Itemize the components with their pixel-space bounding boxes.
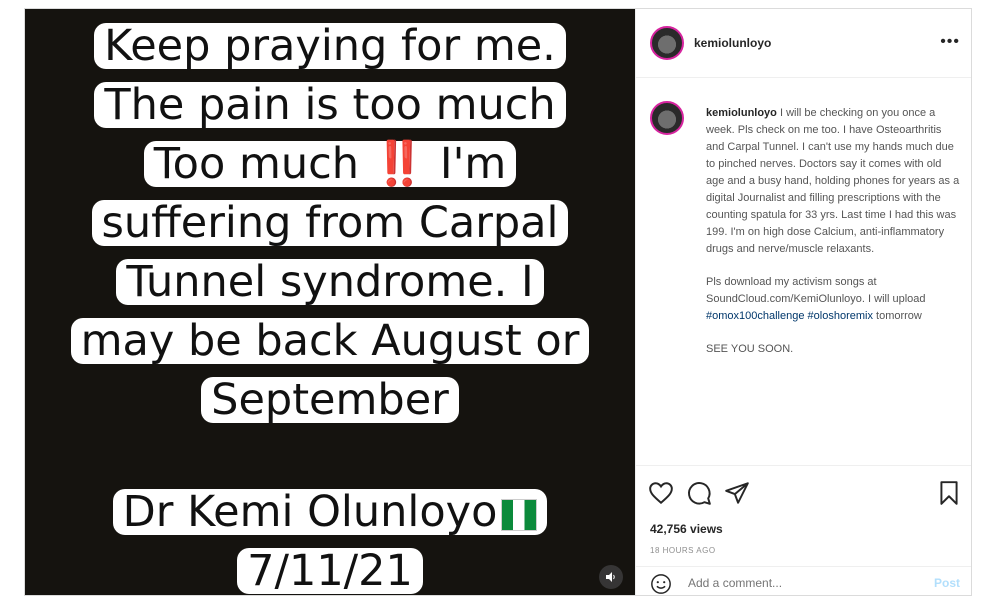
add-comment-bar: Post xyxy=(636,566,971,595)
media-line-3-end: I'm xyxy=(439,139,507,189)
bookmark-icon[interactable] xyxy=(936,480,962,506)
post-header: kemiolunloyo ••• xyxy=(636,9,971,78)
comment-icon[interactable] xyxy=(686,480,712,506)
caption-text-2b: tomorrow xyxy=(876,310,922,322)
caption-text-3: SEE YOU SOON. xyxy=(706,343,794,355)
media-line-5: Tunnel syndrome. I xyxy=(116,259,544,305)
post-caption: kemiolunloyo I will be checking on you o… xyxy=(706,105,962,358)
nigeria-flag-icon xyxy=(501,498,538,531)
media-line-2: The pain is too much xyxy=(94,82,566,128)
views-count[interactable]: 42,756 views xyxy=(650,522,723,536)
signature-text: Dr Kemi Olunloyo xyxy=(122,487,498,537)
caption-paragraph-2: Pls download my activism songs at SoundC… xyxy=(706,274,962,325)
post-comment-button[interactable]: Post xyxy=(934,576,960,590)
share-icon[interactable] xyxy=(724,480,750,506)
post-sidebar: kemiolunloyo ••• kemiolunloyo I will be … xyxy=(635,9,971,595)
post-actions: 42,756 views 18 HOURS AGO Post xyxy=(636,465,971,595)
caption-username[interactable]: kemiolunloyo xyxy=(706,107,777,119)
media-line-4: suffering from Carpal xyxy=(91,200,569,246)
media-line-3: Too much ‼️ I'm xyxy=(143,139,517,189)
caption-text-2a: Pls download my activism songs at SoundC… xyxy=(706,276,926,305)
hashtag-link-2[interactable]: #oloshoremix xyxy=(808,310,873,322)
post-media[interactable]: Keep praying for me. The pain is too muc… xyxy=(25,9,635,595)
avatar[interactable] xyxy=(650,26,684,60)
double-exclamation-icon: ‼️ xyxy=(372,139,427,189)
emoji-icon[interactable] xyxy=(650,573,672,595)
speaker-icon xyxy=(606,572,615,582)
media-signature: Dr Kemi Olunloyo xyxy=(112,487,548,537)
post-timestamp[interactable]: 18 HOURS AGO xyxy=(650,546,716,555)
more-options-icon[interactable]: ••• xyxy=(940,33,960,51)
heart-icon[interactable] xyxy=(648,480,674,506)
media-line-6: may be back August or xyxy=(70,318,590,364)
hashtag-link-1[interactable]: #omox100challenge xyxy=(706,310,804,322)
sound-toggle-button[interactable] xyxy=(599,565,623,589)
media-line-1: Keep praying for me. xyxy=(94,23,566,69)
media-date: 7/11/21 xyxy=(237,548,423,594)
caption-avatar[interactable] xyxy=(650,101,684,135)
comment-input[interactable] xyxy=(686,575,910,591)
caption-text-1: I will be checking on you once a week. P… xyxy=(706,107,960,255)
media-text-block: Keep praying for me. The pain is too muc… xyxy=(25,23,635,436)
header-username[interactable]: kemiolunloyo xyxy=(694,36,771,50)
media-line-3-text: Too much xyxy=(153,139,359,189)
media-signature-block: Dr Kemi Olunloyo 7/11/21 xyxy=(25,487,635,595)
instagram-post: Keep praying for me. The pain is too muc… xyxy=(24,8,972,596)
media-line-7: September xyxy=(201,377,459,423)
